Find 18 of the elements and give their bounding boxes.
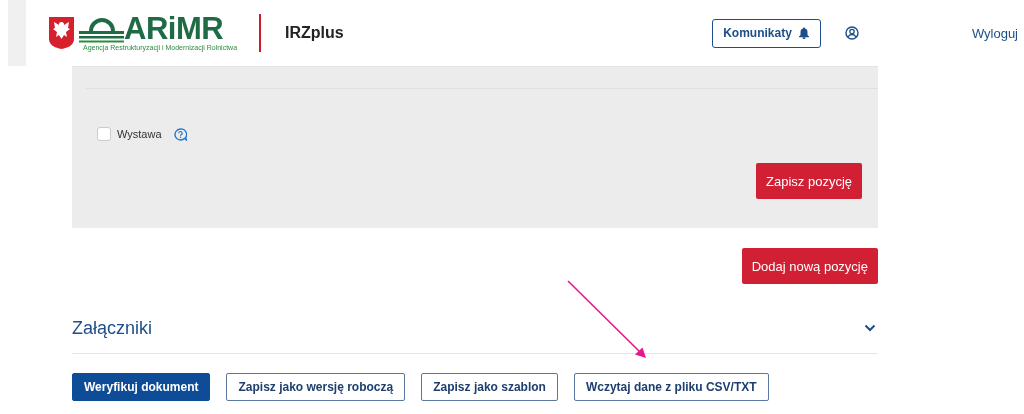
logout-link[interactable]: Wyloguj xyxy=(971,25,1018,41)
user-icon[interactable] xyxy=(844,26,859,40)
add-position-button[interactable]: Dodaj nową pozycję xyxy=(741,248,878,284)
logo-wordmark: ARiMR xyxy=(124,14,224,43)
bell-icon xyxy=(797,27,810,39)
messages-button[interactable]: Komunikaty xyxy=(712,18,821,48)
action-button[interactable]: Weryfikuj dokument xyxy=(72,373,211,401)
section-title: Załączniki xyxy=(72,317,153,339)
chevron-icon[interactable] xyxy=(864,324,876,332)
app-name: IRZplus xyxy=(285,24,344,42)
action-button[interactable]: Zapisz jako szablon xyxy=(421,373,558,401)
eagle-emblem-icon xyxy=(48,16,75,50)
save-position-button[interactable]: Zapisz pozycję xyxy=(756,163,862,199)
checkbox[interactable] xyxy=(97,127,111,141)
help-icon[interactable] xyxy=(173,127,187,141)
action-button[interactable]: Wczytaj dane z pliku CSV/TXT xyxy=(573,373,769,401)
action-button[interactable]: Zapisz jako wersję roboczą xyxy=(226,373,406,401)
checkbox-label: Wystawa xyxy=(117,128,162,140)
